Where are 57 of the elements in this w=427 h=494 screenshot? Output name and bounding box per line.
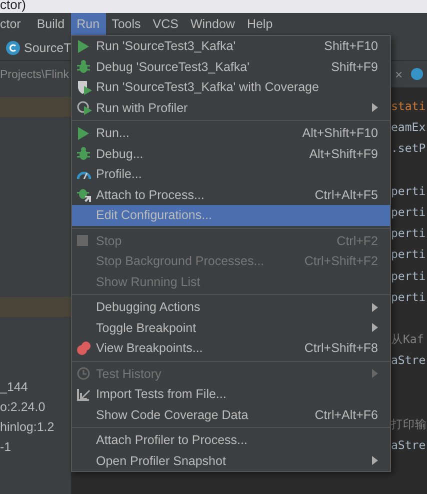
- code-line: .setP: [391, 140, 427, 158]
- clock-icon: [77, 367, 90, 380]
- menu-bar-item[interactable]: Help: [240, 13, 279, 35]
- project-path: Projects\Flink: [0, 69, 70, 81]
- play-icon: [77, 126, 89, 140]
- menu-item[interactable]: Toggle Breakpoint: [72, 318, 390, 338]
- code-line: perti: [391, 225, 427, 242]
- code-line: eamEx: [391, 119, 427, 136]
- highlighted-row: [0, 97, 71, 117]
- gauge-icon: [77, 169, 91, 180]
- breakpoints-icon: [77, 341, 91, 356]
- class-icon: [410, 68, 423, 80]
- shield-play-icon: [77, 80, 92, 95]
- tree-item-text: -1: [0, 439, 12, 456]
- code-line: perti: [391, 204, 427, 221]
- tree-item-text: hinlog:1.2: [0, 419, 56, 436]
- import-arrow-icon: [77, 388, 90, 401]
- run-configuration-selector[interactable]: SourceT: [24, 40, 72, 54]
- code-line: stati: [391, 98, 427, 115]
- bug-icon: [77, 60, 90, 74]
- menu-item[interactable]: Import Tests from File...: [72, 384, 390, 404]
- close-tab-button[interactable]: ×: [395, 66, 403, 82]
- menu-item[interactable]: Run 'SourceTest3_Kafka' with Coverage: [72, 77, 390, 98]
- menu-item[interactable]: Run with Profiler: [72, 98, 390, 118]
- code-line: 打印输: [391, 416, 427, 433]
- code-line: perti: [391, 288, 427, 306]
- stop-icon: [77, 235, 88, 246]
- gauge-play-icon: [77, 100, 92, 116]
- code-line: perti: [391, 182, 427, 200]
- menu-item[interactable]: Debug... Alt+Shift+F9: [72, 144, 390, 164]
- menu-item[interactable]: Show Code Coverage Data Ctrl+Alt+F6: [72, 404, 390, 425]
- menu-item[interactable]: Attach Profiler to Process...: [72, 430, 390, 450]
- menu-item[interactable]: Debugging Actions: [72, 297, 390, 318]
- code-line: perti: [391, 246, 427, 264]
- highlighted-row: [0, 297, 71, 317]
- menu-item[interactable]: Run... Alt+Shift+F10: [72, 123, 390, 144]
- class-icon: [6, 40, 20, 54]
- menu-item[interactable]: Run 'SourceTest3_Kafka' Shift+F10: [72, 36, 390, 56]
- menu-item[interactable]: Open Profiler Snapshot: [72, 450, 390, 471]
- tree-item-text: o:2.24.0: [0, 399, 46, 416]
- bug-arrow-icon: [77, 187, 92, 202]
- code-line: perti: [391, 268, 427, 284]
- menu-bar-item[interactable]: ctor: [0, 13, 27, 35]
- menu-item[interactable]: Attach to Process... Ctrl+Alt+F5: [72, 184, 390, 205]
- menu-item[interactable]: Debug 'SourceTest3_Kafka' Shift+F9: [72, 56, 390, 77]
- menu-bar-item[interactable]: Tools: [106, 13, 147, 35]
- tree-item-text: _144: [0, 379, 29, 396]
- code-line: aStre: [391, 352, 427, 370]
- bug-icon: [77, 146, 90, 161]
- play-icon: [77, 40, 89, 53]
- menu-bar-item[interactable]: VCS: [146, 13, 184, 35]
- code-line: aStre: [391, 437, 427, 454]
- menu-bar-item[interactable]: Build: [30, 13, 71, 35]
- menu-item[interactable]: View Breakpoints... Ctrl+Shift+F8: [72, 338, 390, 358]
- menu-item[interactable]: Profile...: [72, 164, 390, 184]
- menu-bar-item[interactable]: Window: [184, 13, 241, 35]
- code-line: 从Kaf: [391, 331, 425, 348]
